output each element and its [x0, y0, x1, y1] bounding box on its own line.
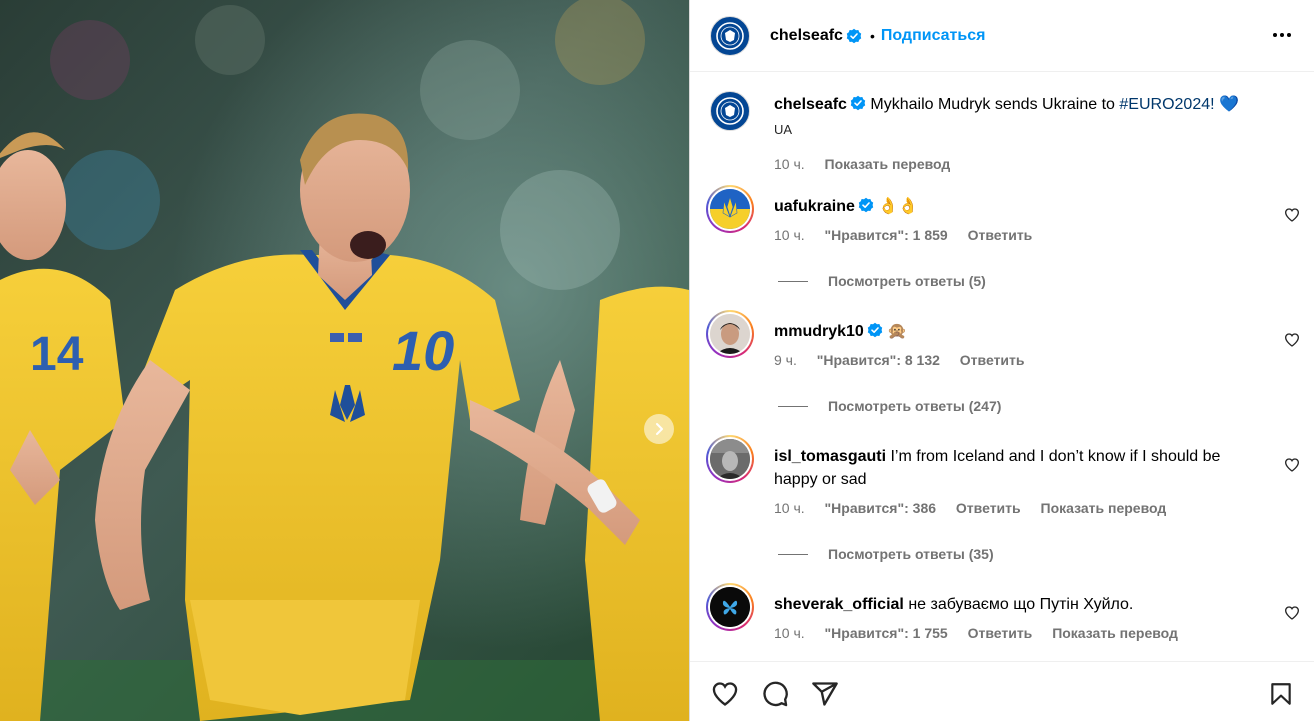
- send-icon[interactable]: [810, 680, 840, 708]
- follow-button[interactable]: Подписаться: [881, 27, 986, 45]
- svg-text:14: 14: [30, 328, 84, 381]
- replies-divider: [778, 553, 808, 555]
- uaf-logo-icon: [710, 189, 750, 229]
- replies-divider: [778, 280, 808, 282]
- view-replies-label: Посмотреть ответы (247): [828, 398, 1002, 414]
- caption-subtext: UA: [774, 122, 793, 137]
- replies-divider: [778, 405, 808, 407]
- avatar[interactable]: [710, 587, 750, 627]
- chelsea-crest-icon: [716, 97, 744, 125]
- butterfly-logo-icon: [710, 587, 750, 627]
- avatar[interactable]: [710, 439, 750, 479]
- comment-username[interactable]: uafukraine: [774, 198, 855, 215]
- more-horizontal-icon[interactable]: [1271, 24, 1293, 46]
- profile-photo-icon: [710, 314, 750, 354]
- comment-time[interactable]: 10 ч.: [774, 500, 805, 516]
- avatar[interactable]: [710, 91, 750, 131]
- comment-text: 🙊: [887, 323, 908, 340]
- verified-badge-icon: [850, 95, 866, 111]
- comment-likes[interactable]: "Нравится": 386: [825, 500, 936, 516]
- heart-icon[interactable]: [710, 680, 740, 708]
- comment-username[interactable]: sheverak_official: [774, 596, 904, 613]
- avatar[interactable]: [710, 189, 750, 229]
- post-photo[interactable]: 14 10: [0, 0, 689, 721]
- view-replies-button[interactable]: Посмотреть ответы (5): [778, 273, 986, 289]
- comment-text: 👌👌: [878, 198, 919, 215]
- reply-button[interactable]: Ответить: [956, 500, 1021, 516]
- comment-likes[interactable]: "Нравится": 1 859: [825, 227, 948, 243]
- verified-badge-icon: [867, 322, 883, 338]
- verified-badge-icon: [858, 197, 874, 213]
- show-translation-link[interactable]: Показать перевод: [1052, 625, 1178, 641]
- caption-text: Mykhailo Mudryk sends Ukraine to: [870, 96, 1115, 113]
- profile-photo-icon: [710, 439, 750, 479]
- view-replies-label: Посмотреть ответы (35): [828, 546, 994, 562]
- comment-text: не забуваємо що Путін Хуйло.: [908, 596, 1134, 613]
- comment-likes[interactable]: "Нравится": 1 755: [825, 625, 948, 641]
- reply-button[interactable]: Ответить: [968, 227, 1033, 243]
- comment-time[interactable]: 9 ч.: [774, 352, 797, 368]
- heart-icon[interactable]: [1284, 332, 1300, 348]
- avatar[interactable]: [710, 15, 750, 56]
- comment-icon[interactable]: [760, 680, 790, 708]
- show-translation-link[interactable]: Показать перевод: [1041, 500, 1167, 516]
- view-replies-label: Посмотреть ответы (5): [828, 273, 986, 289]
- chelsea-crest-icon: [716, 21, 744, 50]
- view-replies-button[interactable]: Посмотреть ответы (247): [778, 398, 1001, 414]
- comment-username[interactable]: isl_tomasgauti: [774, 448, 886, 465]
- show-translation-link[interactable]: Показать перевод: [825, 156, 951, 172]
- hashtag-link[interactable]: #EURO2024!: [1119, 96, 1214, 113]
- svg-text:10: 10: [392, 319, 454, 382]
- heart-icon[interactable]: [1284, 207, 1300, 223]
- caption-time[interactable]: 10 ч.: [774, 156, 805, 172]
- view-replies-button[interactable]: Посмотреть ответы (35): [778, 546, 994, 562]
- carousel-next-button[interactable]: [644, 414, 674, 444]
- chevron-right-icon: [656, 423, 663, 435]
- comment-username[interactable]: mmudryk10: [774, 323, 864, 340]
- post-header: chelseafc • Подписаться: [690, 0, 1314, 72]
- comment-likes[interactable]: "Нравится": 8 132: [817, 352, 940, 368]
- verified-badge-icon: [846, 28, 862, 43]
- heart-icon[interactable]: [1284, 605, 1300, 621]
- caption-username[interactable]: chelseafc: [774, 96, 847, 113]
- post-image: 14 10: [0, 0, 689, 721]
- separator-dot: •: [869, 27, 875, 44]
- reply-button[interactable]: Ответить: [968, 625, 1033, 641]
- comment-time[interactable]: 10 ч.: [774, 625, 805, 641]
- comments-list[interactable]: chelseafc Mykhailo Mudryk sends Ukraine …: [690, 73, 1314, 661]
- avatar[interactable]: [710, 314, 750, 354]
- post-author-username[interactable]: chelseafc: [770, 27, 843, 45]
- reply-button[interactable]: Ответить: [960, 352, 1025, 368]
- post-details-panel: chelseafc • Подписаться chelseafc Mykhai…: [689, 0, 1314, 721]
- bookmark-icon[interactable]: [1268, 680, 1294, 708]
- blue-heart-emoji: 💙: [1219, 96, 1239, 113]
- comment-time[interactable]: 10 ч.: [774, 227, 805, 243]
- heart-icon[interactable]: [1284, 457, 1300, 473]
- post-action-bar: [690, 661, 1314, 721]
